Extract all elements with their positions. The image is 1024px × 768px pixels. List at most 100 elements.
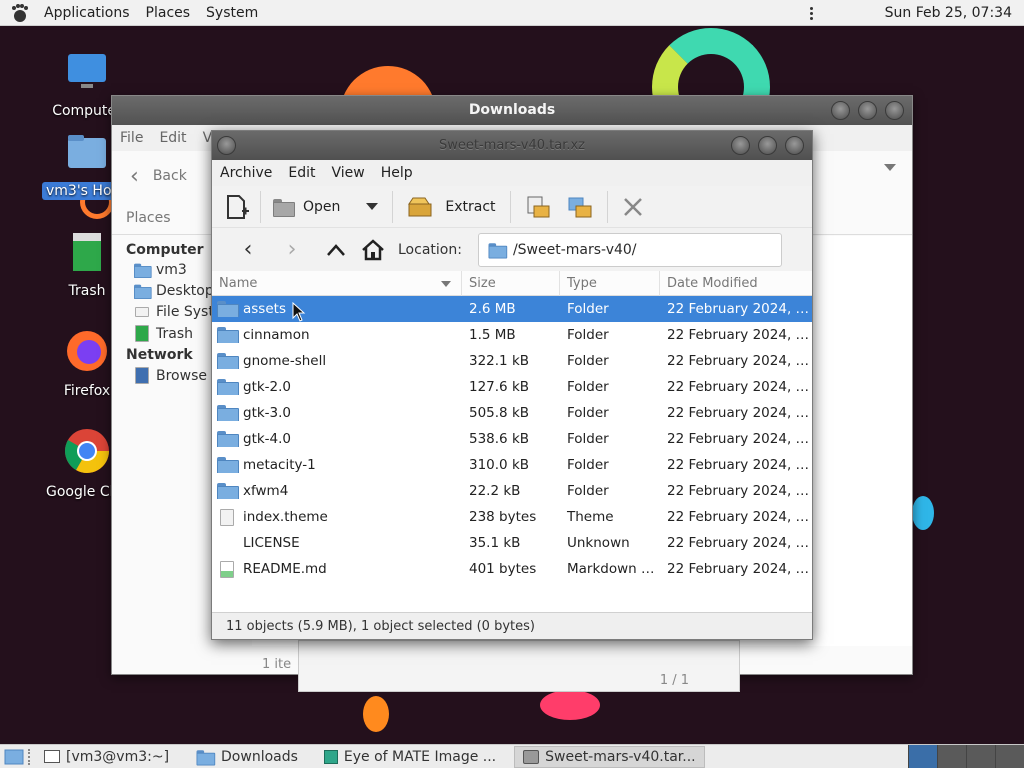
desktop-icon-label: Firefox [63,383,111,399]
cell-name: cinnamon [212,327,462,343]
table-row[interactable]: index.theme 238 bytes Theme 22 February 202… [212,504,812,530]
cell-name: LICENSE [212,535,462,551]
extract-button[interactable]: Extract [407,196,496,218]
table-row[interactable]: metacity-1 310.0 kB Folder 22 February 2024… [212,452,812,478]
cell-type: Folder [567,483,609,499]
taskbar-label: [vm3@vm3:~] [66,748,170,765]
column-size[interactable]: Size [462,270,560,296]
sidebar-item-browse-network[interactable]: Browse Ne [132,367,231,384]
table-row[interactable]: gtk-2.0 127.6 kB Folder 22 February 2024, 1… [212,374,812,400]
menu-archive[interactable]: Archive [220,165,272,181]
workspace-2[interactable] [937,745,966,768]
minimize-button[interactable] [731,136,750,155]
add-files-icon[interactable] [525,194,551,220]
table-row[interactable]: gnome-shell 322.1 kB Folder 22 February 202… [212,348,812,374]
eye-of-mate-window[interactable]: 1 / 1 [298,640,740,692]
workspace-4[interactable] [995,745,1024,768]
new-archive-icon[interactable] [224,194,250,220]
cell-date: 22 February 2024, 18:... [667,561,810,577]
cell-type: Folder [567,457,609,473]
up-icon[interactable] [314,240,358,260]
cell-name: gtk-2.0 [212,379,462,395]
cell-size: 35.1 kB [469,535,521,551]
sidebar-item-label: Desktop [156,283,214,299]
location-field[interactable]: /Sweet-mars-v40/ [477,232,782,267]
open-button[interactable]: Open [273,198,341,217]
cell-date: 22 February 2024, 18:... [667,457,810,473]
archive-title: Sweet-mars-v40.tar.xz [439,138,585,153]
downloads-status: 1 ite [262,657,292,672]
gnome-foot-icon[interactable] [10,3,30,23]
open-label: Open [303,198,341,215]
table-row[interactable]: README.md 401 bytes Markdown d... 22 Februa… [212,556,812,582]
places-menu[interactable]: Places [138,5,199,21]
back-arrow-icon[interactable]: ‹ [130,164,139,189]
table-row[interactable]: gtk-3.0 505.8 kB Folder 22 February 2024, 1… [212,400,812,426]
cell-size: 22.2 kB [469,483,521,499]
chevron-down-icon[interactable] [884,164,896,171]
cell-size: 238 bytes [469,509,537,525]
sidebar-item-vm3[interactable]: vm3 [132,262,212,278]
column-date[interactable]: Date Modified [660,271,810,296]
table-row[interactable]: cinnamon 1.5 MB Folder 22 February 2024, 18… [212,322,812,348]
menu-view[interactable]: View [332,165,365,181]
back-button[interactable]: Back [153,168,187,184]
location-value: /Sweet-mars-v40/ [512,241,637,258]
menu-edit[interactable]: Edit [288,165,315,181]
menu-help[interactable]: Help [381,165,413,181]
clock[interactable]: Sun Feb 25, 07:34 [885,5,1012,21]
home-icon[interactable] [358,238,388,262]
table-row[interactable]: gtk-4.0 538.6 kB Folder 22 February 2024, 1… [212,426,812,452]
downloads-title: Downloads [468,102,556,118]
close-button[interactable] [885,101,904,120]
archive-titlebar[interactable]: Sweet-mars-v40.tar.xz [212,131,812,160]
add-folder-icon[interactable] [567,194,593,220]
file-name: index.theme [243,509,328,525]
column-name[interactable]: Name [212,270,462,296]
workspace-3[interactable] [966,745,995,768]
close-button[interactable] [785,136,804,155]
taskbar-button[interactable]: Sweet-mars-v40.tar... [514,745,705,768]
delete-icon[interactable] [622,196,644,218]
home-folder-icon [134,263,152,278]
archive-manager-window[interactable]: Sweet-mars-v40.tar.xz Archive Edit View … [211,130,813,640]
table-row[interactable]: LICENSE 35.1 kB Unknown 22 February 2024, 1… [212,530,812,556]
open-dropdown-icon[interactable] [366,203,379,210]
sidebar-item-trash[interactable]: Trash [132,325,212,342]
maximize-button[interactable] [758,136,777,155]
taskbar-button[interactable]: Eye of MATE Image ... [316,746,504,768]
taskbar-button[interactable]: [vm3@vm3:~] [36,746,177,768]
back-icon[interactable]: ‹ [226,237,270,262]
column-type[interactable]: Type [560,270,660,296]
minimize-button[interactable] [831,101,850,120]
window-menu-button[interactable] [217,136,236,155]
cell-type: Folder [567,405,609,421]
page-indicator: 1 / 1 [659,673,689,688]
wallpaper-blue-blob [912,496,934,530]
sidebar-item-filesystem[interactable]: File System [132,304,236,320]
workspace-switcher[interactable] [908,745,1024,768]
maximize-button[interactable] [858,101,877,120]
show-desktop-icon[interactable] [4,748,24,766]
system-menu[interactable]: System [198,5,266,21]
sidebar-item-desktop[interactable]: Desktop [132,283,214,299]
applications-menu[interactable]: Applications [36,5,138,21]
taskbar-button[interactable]: Downloads [187,746,306,768]
cell-name: gtk-4.0 [212,431,462,447]
cell-size: 322.1 kB [469,353,530,369]
file-list[interactable]: Name Size Type Date Modified assets 2.6 M… [212,270,812,614]
cell-name: gtk-3.0 [212,405,462,421]
cell-date: 22 February 2024, 18:... [667,431,810,447]
menu-file[interactable]: File [120,130,143,146]
forward-icon[interactable]: › [270,237,314,262]
sidebar-header-computer: Computer [126,242,204,258]
desktop-folder-icon [134,284,152,299]
workspace-1[interactable] [908,745,937,768]
cell-type: Folder [567,353,609,369]
downloads-titlebar[interactable]: Downloads [112,96,912,125]
wallpaper-pink-blob [540,690,600,720]
table-row[interactable]: xfwm4 22.2 kB Folder 22 February 2024, 18:.… [212,478,812,504]
mouse-cursor-icon [292,302,306,322]
markdown-file-icon [220,560,234,578]
menu-edit[interactable]: Edit [159,130,186,146]
